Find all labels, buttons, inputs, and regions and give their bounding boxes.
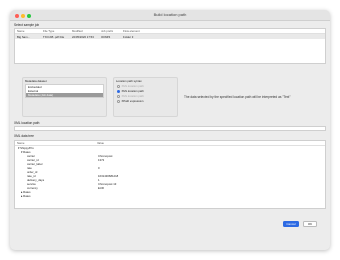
- tree-node-name: ▸ Rates: [21, 194, 31, 198]
- radio-icon: [117, 84, 120, 88]
- column-name[interactable]: Name: [15, 29, 41, 33]
- xml-data-tree[interactable]: Name Value ▾ Shippy/Pro ▾ Rates carrier Chr…: [14, 140, 326, 209]
- sample-job-label: Select sample job: [14, 23, 40, 27]
- radio-icon: [117, 94, 120, 98]
- table-row[interactable]: Big Sam... TXO-KB .pdf File 22/05/2020 1…: [15, 34, 325, 39]
- radio-selected-icon: [117, 89, 120, 93]
- cancel-button[interactable]: Cancel: [283, 221, 299, 227]
- tree-node-value: 0: [98, 166, 100, 170]
- tree-column-value[interactable]: Value: [95, 141, 175, 145]
- list-item-selected[interactable]: Metadata (Job data): [26, 93, 103, 97]
- tree-row[interactable]: ▸ Rates: [15, 194, 325, 198]
- tree-column-name[interactable]: Name: [15, 141, 95, 145]
- sample-job-table: Name File Type Modified Job prefix Flow …: [14, 28, 326, 64]
- build-location-path-dialog: Build location path Select sample job Na…: [10, 10, 330, 250]
- dataset-group: Metadata dataset Embedded External Metad…: [22, 77, 107, 117]
- cell-modified: 22/05/2020 17:53: [72, 34, 94, 39]
- column-job-prefix[interactable]: Job prefix: [99, 29, 121, 33]
- tree-rows: ▾ Shippy/Pro ▾ Rates carrier Chronopost carr…: [15, 146, 325, 198]
- dataset-list[interactable]: Embedded External Metadata (Job data): [25, 84, 104, 98]
- column-flow-element[interactable]: Flow element: [121, 29, 161, 33]
- tree-node-value: 1372: [98, 158, 105, 162]
- cell-flow-element: Folder 3: [123, 34, 134, 39]
- xml-location-input[interactable]: [14, 126, 326, 131]
- syntax-option-label: XML location path: [121, 94, 144, 98]
- radio-icon: [117, 99, 120, 103]
- cell-file-type: TXO-KB .pdf File: [43, 34, 65, 39]
- cell-name: Big Sam...: [17, 34, 30, 39]
- syntax-option-label: XML location path: [121, 84, 144, 88]
- location-syntax-group: Location path syntax XML location path X…: [113, 77, 178, 117]
- dataset-label: Metadata dataset: [25, 79, 47, 83]
- location-syntax-label: Location path syntax: [116, 79, 142, 83]
- tree-node-value: EUR: [98, 186, 104, 190]
- syntax-option-1[interactable]: XML location path: [117, 84, 144, 88]
- syntax-option-3[interactable]: XML location path: [117, 94, 144, 98]
- ok-button[interactable]: OK: [303, 221, 317, 227]
- column-file-type[interactable]: File Type: [41, 29, 70, 33]
- xml-tree-label: XML data tree: [14, 134, 34, 138]
- dataset-item-label: Metadata (Job data): [28, 93, 54, 97]
- column-modified[interactable]: Modified: [70, 29, 99, 33]
- interpretation-hint: The data selected by the specified locat…: [184, 95, 291, 99]
- window-title: Build location path: [153, 12, 187, 17]
- tree-node-value: 1631430681218: [98, 174, 119, 178]
- syntax-option-xml-location-path[interactable]: XML location path: [117, 89, 144, 93]
- syntax-option-label: XPath expression: [121, 99, 144, 103]
- title-bar: Build location path: [10, 10, 330, 21]
- syntax-option-label: XML location path: [121, 89, 144, 93]
- xml-location-label: XML location path: [14, 121, 40, 125]
- syntax-option-xpath-expression[interactable]: XPath expression: [117, 99, 143, 103]
- cell-job-prefix: O0NP4: [101, 34, 111, 39]
